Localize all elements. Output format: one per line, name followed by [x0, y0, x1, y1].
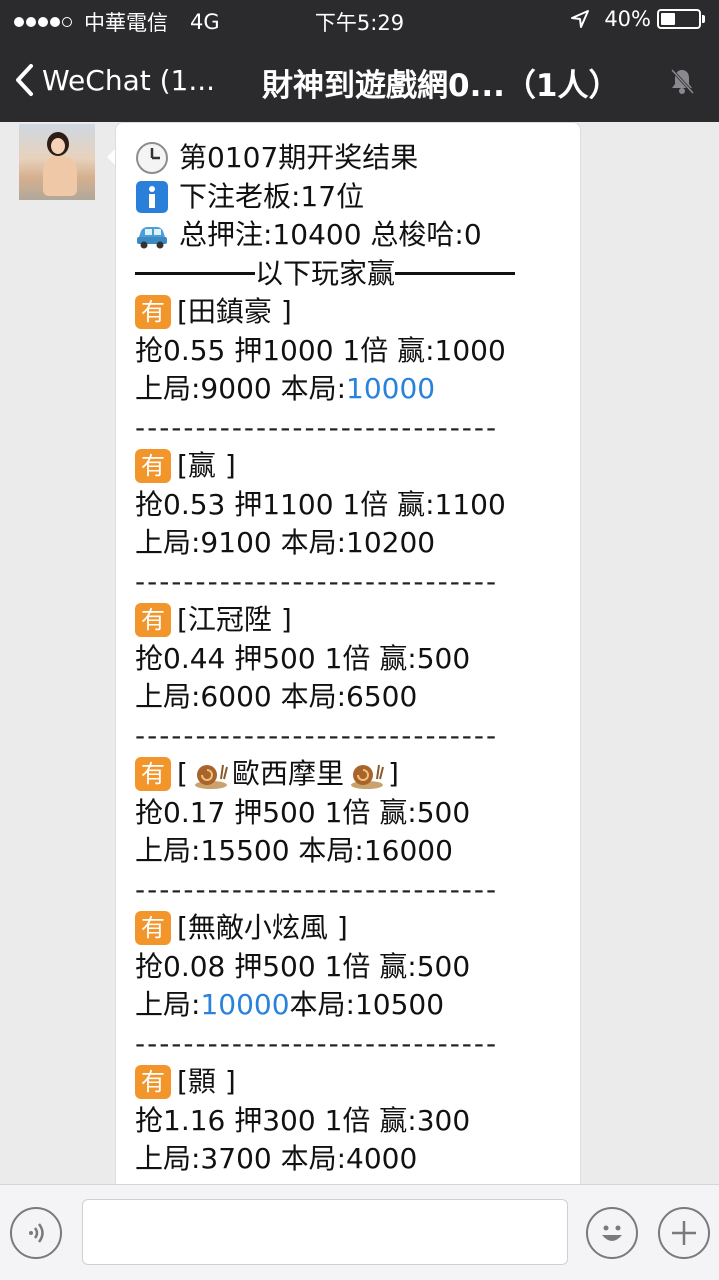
balance-link[interactable]: 10000	[346, 370, 435, 409]
player-balance: 上局:15500 本局:16000	[135, 834, 453, 867]
back-chevron-icon	[16, 64, 33, 96]
player-name: [田鎮豪 ]	[177, 295, 292, 328]
bracket-close: ]	[387, 757, 399, 790]
battery-tip	[702, 15, 705, 23]
player-balance: 上局:6000 本局:6500	[135, 680, 418, 713]
back-button[interactable]: WeChat (1...	[14, 60, 215, 100]
balance-text: 上局:	[135, 988, 201, 1021]
separator: ------------------------------	[135, 564, 499, 598]
player-name: [赢 ]	[177, 449, 236, 482]
separator: ------------------------------	[135, 1026, 499, 1060]
divider-text: 以下玩家赢	[255, 256, 396, 290]
you-badge-icon: 有	[135, 295, 171, 330]
you-badge-icon: 有	[135, 911, 171, 946]
emoji-button[interactable]	[586, 1207, 638, 1259]
player-name: 歐西摩里	[231, 757, 344, 790]
voice-button[interactable]	[10, 1207, 62, 1259]
you-badge-icon: 有	[135, 449, 171, 484]
player-name: [顥 ]	[177, 1065, 236, 1098]
balance-text: 上局:9000 本局:	[135, 372, 347, 405]
player-stats: 抢0.44 押500 1倍 赢:500	[135, 641, 471, 675]
snail-icon	[350, 765, 384, 790]
player-name-line: 有 [江冠陞 ]	[135, 601, 575, 640]
battery-icon	[657, 9, 701, 29]
chat-area[interactable]: 第0107期开奖结果 下注老板:17位 总押注:10400 总梭哈:0 以下玩家…	[0, 122, 719, 1184]
player-balance: 上局: 10000 本局:10500	[135, 986, 575, 1025]
emoji-icon	[602, 1225, 622, 1241]
separator: ------------------------------	[135, 872, 499, 906]
snail-icon	[194, 765, 228, 790]
player-name-line: 有 [田鎮豪 ]	[135, 293, 575, 332]
bettors-text: 下注老板:17位	[179, 179, 365, 213]
message-text: 第0107期开奖结果 下注老板:17位 总押注:10400 总梭哈:0 以下玩家…	[135, 139, 575, 1179]
clock-icon	[136, 142, 168, 175]
you-badge-icon: 有	[135, 603, 171, 638]
separator: ------------------------------	[135, 410, 499, 444]
player-name: [江冠陞 ]	[177, 603, 292, 636]
player-balance: 上局:9100 本局:10200	[135, 526, 436, 559]
input-bar	[0, 1184, 719, 1280]
player-name-line: 有 [赢 ]	[135, 447, 575, 486]
info-icon	[136, 180, 168, 213]
separator: ------------------------------	[135, 718, 499, 752]
chat-title: 財神到遊戲網0...（1人）	[262, 68, 620, 104]
player-balance: 上局:9000 本局: 10000	[135, 370, 575, 409]
player-name-line: 有 [顥 ]	[135, 1063, 575, 1102]
balance-link[interactable]: 10000	[200, 986, 289, 1025]
player-name-line: 有 [無敵小炫風 ]	[135, 909, 575, 948]
car-icon	[137, 227, 167, 249]
bettors-line: 下注老板:17位	[135, 178, 575, 217]
player-stats: 抢0.53 押1100 1倍 赢:1100	[135, 487, 506, 521]
player-stats: 抢0.17 押500 1倍 赢:500	[135, 795, 471, 829]
status-right: 40%	[570, 7, 705, 31]
winners-divider: 以下玩家赢	[135, 255, 575, 294]
player-balance: 上局:3700 本局:4000	[135, 1142, 418, 1175]
plus-button[interactable]	[658, 1207, 710, 1259]
back-label: WeChat (1...	[42, 63, 216, 97]
you-badge-icon: 有	[135, 757, 171, 792]
period-line: 第0107期开奖结果	[135, 139, 575, 178]
avatar[interactable]	[19, 124, 95, 200]
status-bar: 中華電信 4G 下午5:29 40%	[0, 0, 719, 40]
period-text: 第0107期开奖结果	[179, 141, 419, 174]
message-input[interactable]	[82, 1199, 568, 1265]
battery-percent: 40%	[604, 7, 651, 31]
location-arrow-icon	[571, 10, 590, 28]
mute-bell-icon	[670, 68, 695, 95]
bracket-open: [	[177, 757, 188, 790]
nav-bar: WeChat (1... 財神到遊戲網0...（1人）	[0, 40, 719, 122]
player-name: [無敵小炫風 ]	[177, 911, 348, 944]
voice-icon	[29, 1223, 44, 1243]
totals-line: 总押注:10400 总梭哈:0	[135, 216, 575, 255]
balance-text: 本局:10500	[289, 988, 445, 1021]
player-stats: 抢0.55 押1000 1倍 赢:1000	[135, 333, 506, 367]
player-name-line: 有 [ 歐西摩里 ]	[135, 755, 575, 794]
plus-icon	[672, 1221, 696, 1245]
totals-text: 总押注:10400 总梭哈:0	[179, 218, 482, 251]
player-stats: 抢1.16 押300 1倍 赢:300	[135, 1103, 471, 1137]
you-badge-icon: 有	[135, 1065, 171, 1100]
player-stats: 抢0.08 押500 1倍 赢:500	[135, 949, 471, 983]
